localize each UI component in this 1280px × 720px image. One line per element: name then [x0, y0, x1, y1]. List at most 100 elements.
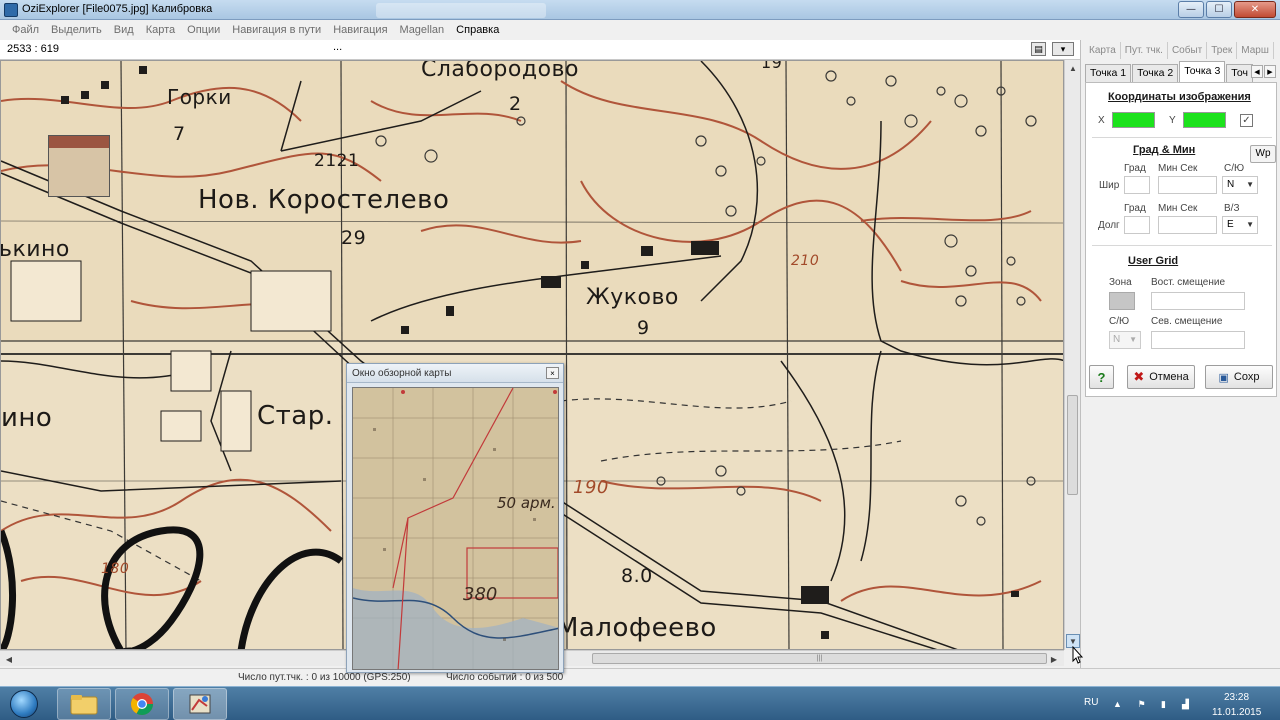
horizontal-scroll-thumb[interactable]: ||| [592, 653, 1047, 664]
tab-scroll-right-icon[interactable]: ▶ [1264, 65, 1276, 78]
lat-minsec-input[interactable] [1158, 176, 1217, 194]
taskbar-chrome[interactable] [115, 688, 169, 720]
map-thumbnail[interactable] [48, 135, 110, 197]
lat-degrees-input[interactable] [1124, 176, 1150, 194]
language-indicator[interactable]: RU [1084, 697, 1098, 708]
tab-point-2[interactable]: Точка 2 [1132, 64, 1179, 82]
clock-date[interactable]: 11.01.2015 [1212, 707, 1261, 718]
taskbar-oziexplorer[interactable] [173, 688, 227, 720]
overview-map-window[interactable]: Окно обзорной карты × 50 арм. 380 [346, 363, 564, 673]
app-icon [4, 3, 18, 17]
lat-minsec-header: Мин Сек [1158, 163, 1198, 174]
tab-point-1[interactable]: Точка 1 [1085, 64, 1132, 82]
lon-hemi-header: В/З [1224, 203, 1240, 214]
scroll-up-arrow[interactable]: ▲ [1066, 61, 1080, 75]
ns-select[interactable]: N ▼ [1109, 331, 1141, 349]
east-offset-input[interactable] [1151, 292, 1245, 310]
tab-scroll-left-icon[interactable]: ◀ [1251, 65, 1263, 78]
point-3-content: Координаты изображения X Y ✓ Град & Мин … [1085, 82, 1277, 397]
overview-close-button[interactable]: × [546, 367, 559, 379]
events-count: Число событий : 0 из 500 [446, 672, 564, 683]
overview-label-number: 380 [463, 584, 498, 605]
coordinate-bar: 2533 : 619 ... ▤ ▾ [0, 40, 1080, 60]
clock-time[interactable]: 23:28 [1224, 692, 1249, 703]
scroll-right-arrow[interactable]: ▶ [1047, 652, 1061, 666]
map-vertical-scrollbar[interactable]: ▲ ▼ [1064, 60, 1080, 650]
label-zhukovo-num: 9 [637, 317, 650, 339]
oziexplorer-icon [189, 694, 211, 714]
north-offset-input[interactable] [1151, 331, 1245, 349]
label-kino-bottom: ино [1, 403, 53, 433]
overview-map-graphics [353, 388, 558, 669]
vertical-scroll-thumb[interactable] [1067, 395, 1078, 495]
cancel-button[interactable]: ✖ Отмена [1127, 365, 1195, 389]
minimize-button[interactable]: — [1178, 1, 1204, 18]
menu-navigation[interactable]: Навигация [327, 24, 393, 36]
overview-title: Окно обзорной карты [352, 368, 452, 379]
save-download-icon[interactable]: ▾ [1052, 42, 1074, 56]
label-slaborodovo-num: 2 [509, 93, 522, 115]
lon-hemisphere-select[interactable]: E ▼ [1222, 216, 1258, 234]
deg-min-title: Град & Мин [1133, 144, 1196, 156]
label-gorki-num: 7 [173, 123, 186, 145]
lon-label: Долг [1098, 220, 1120, 231]
zone-field[interactable] [1109, 292, 1135, 310]
menu-help[interactable]: Справка [450, 24, 505, 36]
tab-point-4[interactable]: Точ [1226, 64, 1253, 82]
x-label: X [1098, 115, 1105, 126]
overview-map-image[interactable]: 50 арм. 380 [352, 387, 559, 670]
point-tabs: Точка 1 Точка 2 Точка 3 Точ [1085, 61, 1254, 82]
lon-deg-header: Град [1124, 203, 1146, 214]
calibration-panel: Карта Пут. тчк. Событ Трек Марш Точка 1 … [1080, 40, 1280, 668]
label-zhukovo: Жуково [586, 285, 679, 310]
label-kino-top: ькино [0, 237, 70, 262]
menu-select[interactable]: Выделить [45, 24, 108, 36]
tab-route[interactable]: Марш [1237, 42, 1274, 59]
lat-hemi-header: С/Ю [1224, 163, 1245, 174]
tab-point-3[interactable]: Точка 3 [1179, 61, 1226, 82]
menu-magellan[interactable]: Magellan [394, 24, 451, 36]
tab-events[interactable]: Событ [1168, 42, 1208, 59]
scroll-left-arrow[interactable]: ◀ [2, 652, 16, 666]
cursor-coordinates: 2533 : 619 [7, 43, 59, 55]
tab-waypoints[interactable]: Пут. тчк. [1121, 42, 1168, 59]
tab-track[interactable]: Трек [1207, 42, 1238, 59]
label-elevation-180: 180 [101, 561, 130, 577]
flag-icon[interactable]: ⚑ [1136, 699, 1147, 710]
label-road-number: 8.0 [621, 565, 653, 587]
menu-map[interactable]: Карта [140, 24, 181, 36]
lon-minsec-input[interactable] [1158, 216, 1217, 234]
window-title: OziExplorer [File0075.jpg] Калибровка [22, 3, 213, 15]
ns-label: С/Ю [1109, 316, 1130, 327]
lat-hemisphere-select[interactable]: N ▼ [1222, 176, 1258, 194]
menu-bar: Файл Выделить Вид Карта Опции Навигация … [0, 20, 1280, 40]
tab-map[interactable]: Карта [1085, 42, 1121, 59]
start-button[interactable] [2, 688, 46, 720]
menu-file[interactable]: Файл [6, 24, 45, 36]
chrome-icon [131, 693, 153, 715]
close-button[interactable]: ✕ [1234, 1, 1276, 18]
zone-label: Зона [1109, 277, 1132, 288]
folder-icon [70, 695, 98, 715]
tray-expand-icon[interactable]: ▲ [1112, 699, 1123, 710]
ozi-explorer-window: OziExplorer [File0075.jpg] Калибровка — … [0, 0, 1280, 686]
network-icon[interactable]: ▟ [1180, 699, 1191, 710]
label-malofeevo: Малофеево [556, 613, 717, 643]
save-button[interactable]: ▣ Сохр [1205, 365, 1273, 389]
wp-button[interactable]: Wp [1250, 145, 1276, 163]
overview-title-bar[interactable]: Окно обзорной карты × [347, 364, 563, 383]
print-icon[interactable]: ▤ [1031, 42, 1046, 56]
x-coordinate-field[interactable] [1112, 112, 1155, 128]
menu-moving-navigation[interactable]: Навигация в пути [226, 24, 327, 36]
menu-options[interactable]: Опции [181, 24, 226, 36]
power-icon[interactable]: ▮ [1158, 699, 1169, 710]
menu-view[interactable]: Вид [108, 24, 140, 36]
label-elevation-210: 210 [791, 253, 820, 269]
maximize-button[interactable]: ☐ [1206, 1, 1232, 18]
taskbar-explorer[interactable] [57, 688, 111, 720]
y-coordinate-field[interactable] [1183, 112, 1226, 128]
lon-degrees-input[interactable] [1124, 216, 1150, 234]
mouse-cursor-icon [1072, 646, 1084, 664]
help-button[interactable]: ? [1089, 365, 1114, 389]
image-coords-checkbox[interactable]: ✓ [1240, 114, 1253, 127]
